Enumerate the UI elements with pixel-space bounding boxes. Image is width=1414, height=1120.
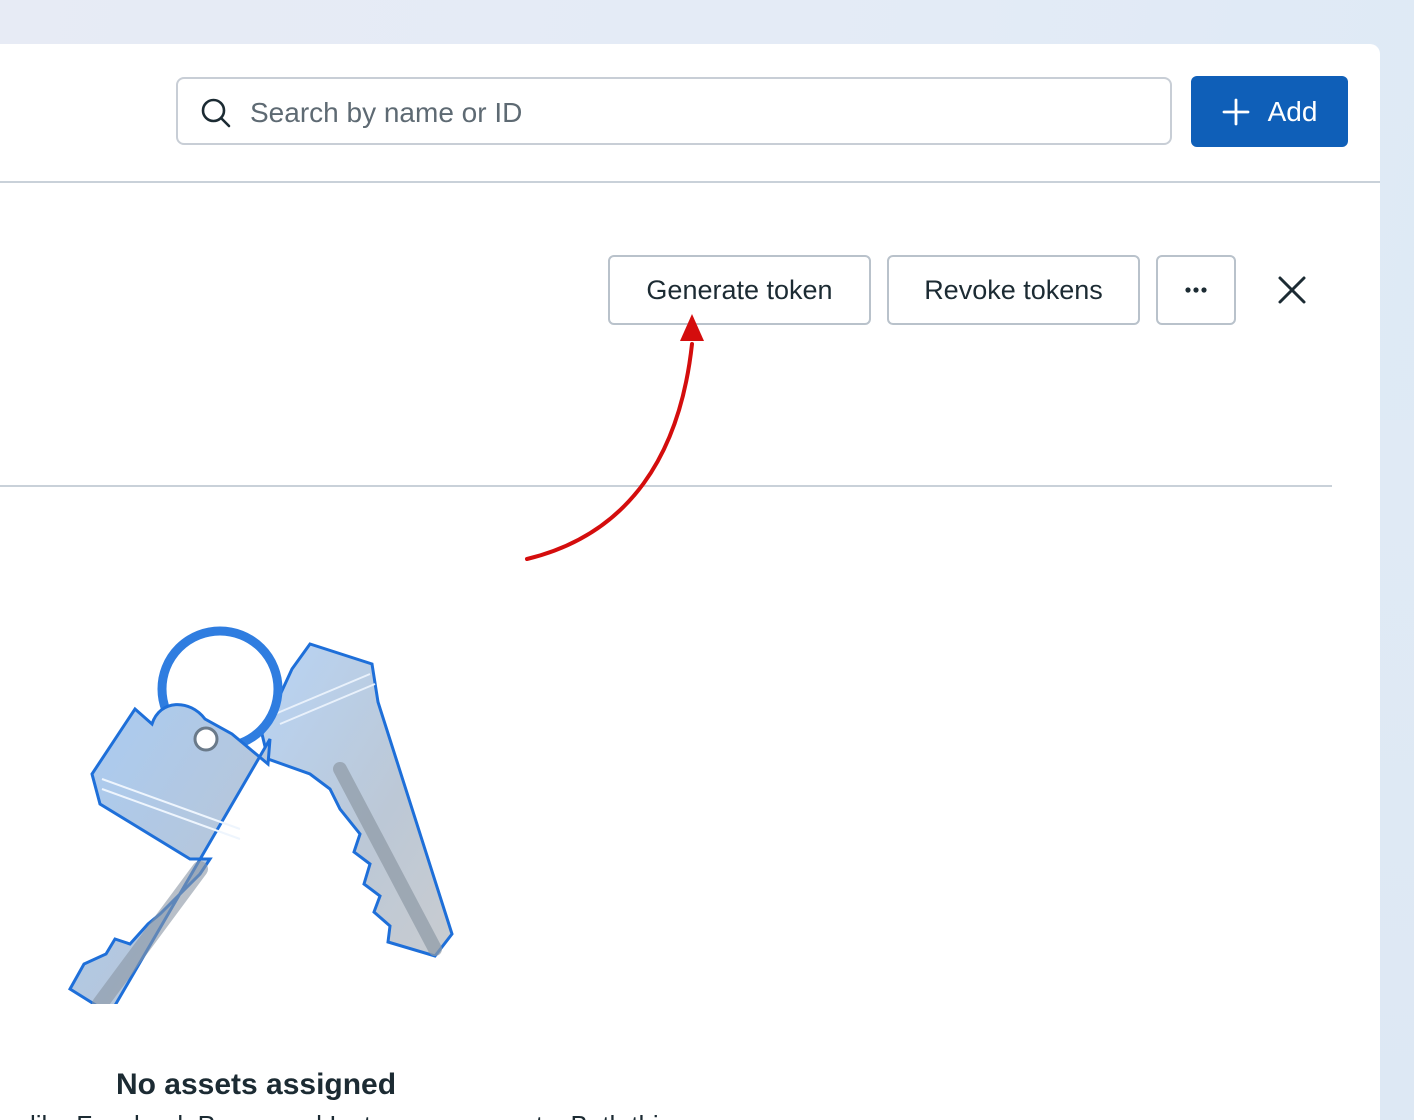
top-toolbar: Add <box>0 44 1380 183</box>
generate-token-button[interactable]: Generate token <box>608 255 871 325</box>
generate-token-label: Generate token <box>646 274 833 305</box>
search-icon <box>201 98 231 128</box>
revoke-tokens-button[interactable]: Revoke tokens <box>887 255 1140 325</box>
revoke-tokens-label: Revoke tokens <box>924 274 1103 305</box>
empty-state-description: like Facebook Pages and Instagram accoun… <box>30 1110 790 1120</box>
background-panel-edge <box>1380 420 1414 1120</box>
empty-state-title: No assets assigned <box>115 1068 397 1101</box>
main-panel: Add Generate token Revoke tokens <box>0 44 1380 1120</box>
add-button-label: Add <box>1267 95 1318 127</box>
close-icon[interactable] <box>1275 273 1309 307</box>
add-button[interactable]: Add <box>1191 76 1348 147</box>
keys-illustration <box>67 626 454 1004</box>
plus-icon <box>1222 98 1249 125</box>
key-left-shape <box>67 703 272 1004</box>
section-divider <box>0 485 1332 487</box>
more-options-button[interactable] <box>1156 255 1236 325</box>
search-input[interactable] <box>248 89 1152 137</box>
key-right-shape <box>260 642 454 958</box>
search-box[interactable] <box>176 77 1172 145</box>
more-horizontal-icon <box>1185 287 1207 293</box>
